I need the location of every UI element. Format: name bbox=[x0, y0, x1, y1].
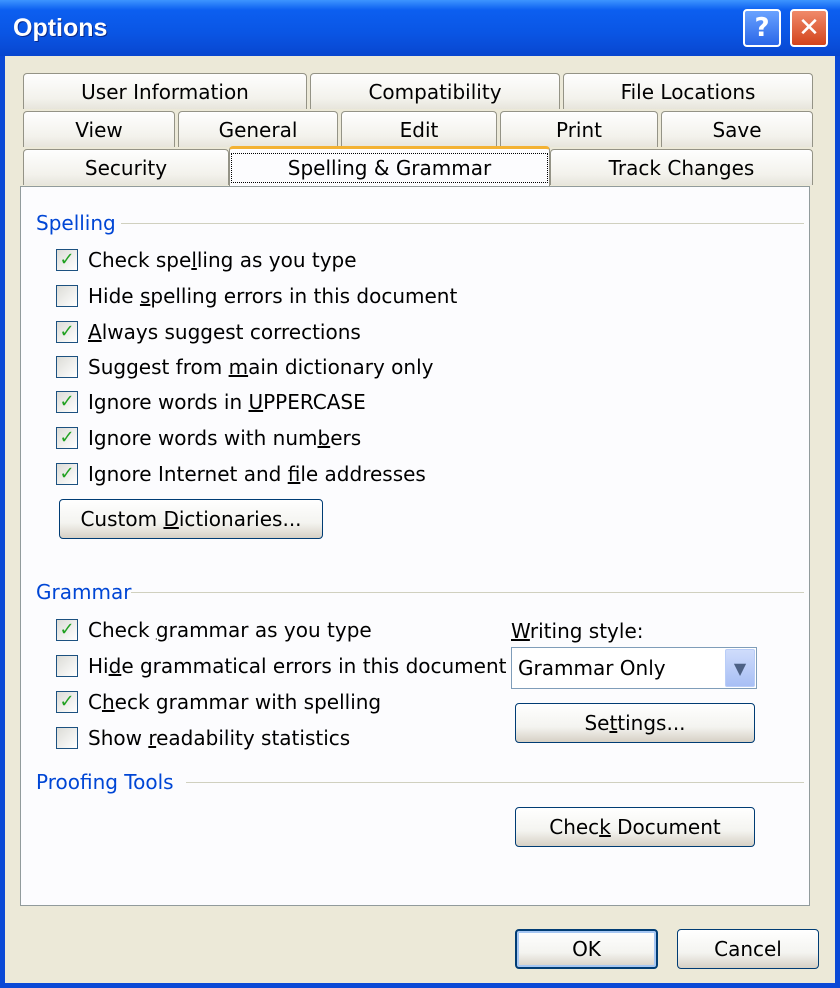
checkbox-always-suggest-corrections[interactable]: ✓ Always suggest corrections bbox=[56, 320, 361, 344]
checkbox-label: Hide spelling errors in this document bbox=[88, 284, 458, 308]
checkmark-icon[interactable]: ✓ bbox=[56, 463, 78, 485]
tab-compatibility[interactable]: Compatibility bbox=[310, 73, 560, 109]
settings-button[interactable]: Settings... bbox=[515, 703, 755, 743]
checkbox-check-grammar-with-spelling[interactable]: ✓ Check grammar with spelling bbox=[56, 690, 381, 714]
close-icon: ✕ bbox=[798, 13, 820, 43]
chevron-down-icon: ▼ bbox=[733, 658, 747, 678]
checkbox-box[interactable] bbox=[56, 285, 78, 307]
check-document-button[interactable]: Check Document bbox=[515, 807, 755, 847]
checkmark-icon[interactable]: ✓ bbox=[56, 619, 78, 641]
checkbox-box[interactable] bbox=[56, 655, 78, 677]
checkbox-suggest-main-dictionary-only[interactable]: Suggest from main dictionary only bbox=[56, 355, 433, 379]
checkbox-box[interactable] bbox=[56, 356, 78, 378]
title-bar[interactable]: Options ? ✕ bbox=[0, 0, 840, 56]
tab-print[interactable]: Print bbox=[500, 111, 658, 147]
checkmark-icon[interactable]: ✓ bbox=[56, 249, 78, 271]
checkbox-label: Suggest from main dictionary only bbox=[88, 355, 434, 379]
dropdown-arrow-button[interactable]: ▼ bbox=[725, 649, 755, 687]
checkbox-hide-grammatical-errors[interactable]: Hide grammatical errors in this document bbox=[56, 654, 506, 678]
tab-edit[interactable]: Edit bbox=[341, 111, 497, 147]
cancel-button[interactable]: Cancel bbox=[677, 929, 819, 969]
grammar-group-divider bbox=[131, 592, 804, 593]
button-label: Cancel bbox=[714, 937, 782, 961]
tab-view[interactable]: View bbox=[23, 111, 175, 147]
checkbox-ignore-numbers[interactable]: ✓ Ignore words with numbers bbox=[56, 426, 361, 450]
dialog-body: User Information Compatibility File Loca… bbox=[5, 56, 835, 983]
checkbox-label: Ignore Internet and file addresses bbox=[88, 462, 426, 486]
button-label: Custom Dictionaries... bbox=[80, 507, 302, 531]
checkbox-label: Show readability statistics bbox=[88, 726, 351, 750]
window-title: Options bbox=[13, 14, 108, 42]
button-label: OK bbox=[572, 937, 601, 961]
checkmark-icon[interactable]: ✓ bbox=[56, 321, 78, 343]
checkbox-label: Ignore words in UPPERCASE bbox=[88, 390, 366, 414]
grammar-group-label: Grammar bbox=[36, 580, 132, 604]
tab-save[interactable]: Save bbox=[661, 111, 813, 147]
checkbox-ignore-uppercase[interactable]: ✓ Ignore words in UPPERCASE bbox=[56, 390, 366, 414]
checkbox-label: Check grammar as you type bbox=[88, 618, 372, 642]
checkbox-label: Ignore words with numbers bbox=[88, 426, 362, 450]
proofing-tools-group-label: Proofing Tools bbox=[36, 770, 174, 794]
spelling-group-divider bbox=[121, 223, 804, 224]
button-label: Check Document bbox=[549, 815, 721, 839]
checkbox-show-readability-statistics[interactable]: Show readability statistics bbox=[56, 726, 350, 750]
custom-dictionaries-button[interactable]: Custom Dictionaries... bbox=[59, 499, 323, 539]
writing-style-value: Grammar Only bbox=[518, 656, 666, 680]
writing-style-label: Writing style: bbox=[511, 619, 644, 643]
button-label: Settings... bbox=[584, 711, 686, 735]
ok-button[interactable]: OK bbox=[515, 929, 658, 969]
checkmark-icon[interactable]: ✓ bbox=[56, 391, 78, 413]
close-button[interactable]: ✕ bbox=[790, 9, 828, 47]
checkbox-check-spelling-as-you-type[interactable]: ✓ Check spelling as you type bbox=[56, 248, 357, 272]
checkbox-label: Check grammar with spelling bbox=[88, 690, 382, 714]
tab-security[interactable]: Security bbox=[23, 149, 229, 185]
tab-file-locations[interactable]: File Locations bbox=[563, 73, 813, 109]
tab-user-information[interactable]: User Information bbox=[23, 73, 307, 109]
checkmark-icon[interactable]: ✓ bbox=[56, 691, 78, 713]
checkbox-check-grammar-as-you-type[interactable]: ✓ Check grammar as you type bbox=[56, 618, 372, 642]
checkbox-hide-spelling-errors[interactable]: Hide spelling errors in this document bbox=[56, 284, 457, 308]
writing-style-select[interactable]: Grammar Only ▼ bbox=[511, 647, 757, 689]
help-button[interactable]: ? bbox=[743, 9, 781, 47]
tab-panel-spelling-grammar: Spelling ✓ Check spelling as you type Hi… bbox=[20, 186, 810, 906]
checkbox-label: Hide grammatical errors in this document bbox=[88, 654, 507, 678]
checkbox-label: Always suggest corrections bbox=[88, 320, 361, 344]
checkmark-icon[interactable]: ✓ bbox=[56, 427, 78, 449]
checkbox-box[interactable] bbox=[56, 727, 78, 749]
tab-track-changes[interactable]: Track Changes bbox=[550, 149, 813, 185]
proofing-tools-divider bbox=[186, 782, 804, 783]
tab-spelling-grammar[interactable]: Spelling & Grammar bbox=[229, 146, 550, 186]
tab-general[interactable]: General bbox=[178, 111, 338, 147]
options-dialog: Options ? ✕ User Information Compatibili… bbox=[0, 0, 840, 988]
checkbox-label: Check spelling as you type bbox=[88, 248, 357, 272]
checkbox-ignore-internet-addresses[interactable]: ✓ Ignore Internet and file addresses bbox=[56, 462, 426, 486]
help-icon: ? bbox=[754, 13, 770, 43]
spelling-group-label: Spelling bbox=[36, 211, 116, 235]
